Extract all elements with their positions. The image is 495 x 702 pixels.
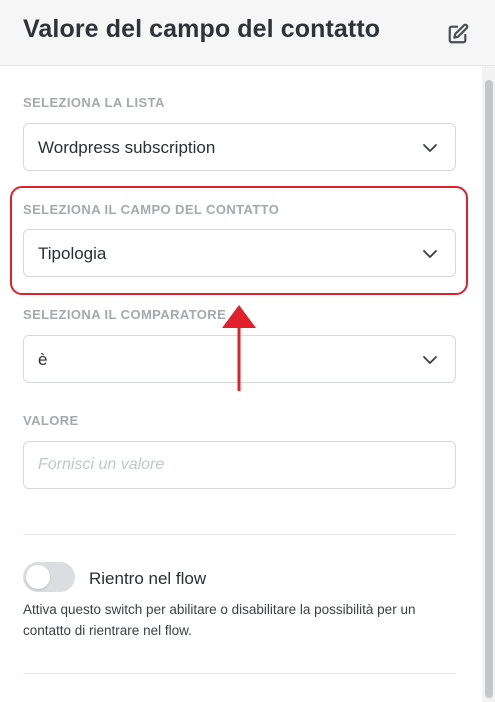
reentry-toggle[interactable] xyxy=(23,562,75,592)
edit-button[interactable] xyxy=(446,22,470,46)
contact-field-value-panel: Valore del campo del contatto SELEZIONA … xyxy=(0,0,495,702)
list-select-value: Wordpress subscription xyxy=(38,138,216,157)
bottom-divider xyxy=(23,673,456,674)
value-input[interactable] xyxy=(23,441,456,489)
panel-header: Valore del campo del contatto xyxy=(0,0,495,66)
list-select-label: SELEZIONA LA LISTA xyxy=(23,95,165,110)
comparator-select-value: è xyxy=(38,350,48,369)
scrollbar[interactable] xyxy=(482,66,495,702)
toggle-knob xyxy=(26,565,50,589)
contact-field-select-label: SELEZIONA IL CAMPO DEL CONTATTO xyxy=(23,202,280,217)
scrollbar-thumb[interactable] xyxy=(485,80,493,698)
contact-field-select[interactable]: Tipologia xyxy=(23,229,456,277)
chevron-down-icon xyxy=(423,144,437,152)
section-divider xyxy=(23,534,456,535)
reentry-help-text: Attiva questo switch per abilitare o dis… xyxy=(23,602,416,638)
comparator-select-label: SELEZIONA IL COMPARATORE xyxy=(23,307,227,322)
arrow-up-icon xyxy=(222,305,256,391)
contact-field-select-value: Tipologia xyxy=(38,244,107,263)
chevron-down-icon xyxy=(423,250,437,258)
chevron-down-icon xyxy=(423,356,437,364)
panel-title: Valore del campo del contatto xyxy=(23,15,381,43)
list-select[interactable]: Wordpress subscription xyxy=(23,123,456,171)
pencil-square-icon xyxy=(448,23,469,44)
reentry-toggle-label: Rientro nel flow xyxy=(89,569,207,588)
value-input-label: VALORE xyxy=(23,413,79,428)
